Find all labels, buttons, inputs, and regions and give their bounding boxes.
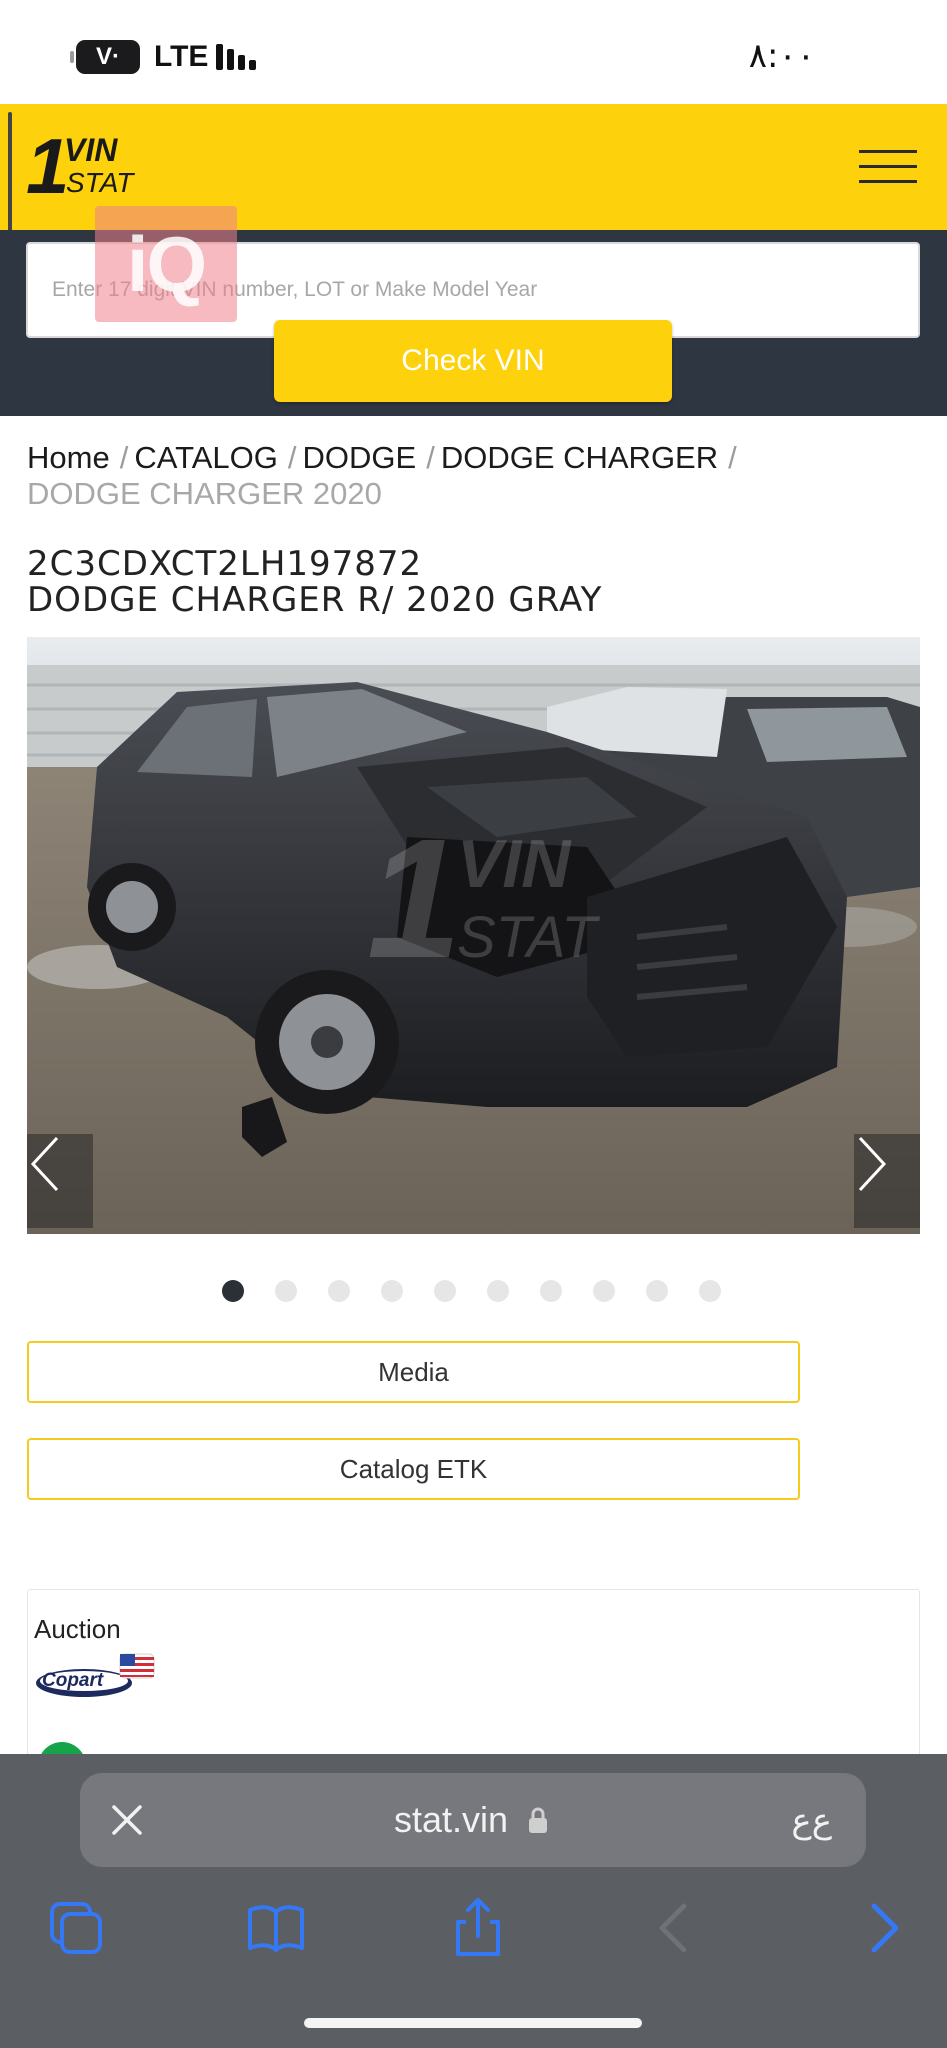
clock: ٨:٠٠ (748, 36, 815, 76)
us-flag-icon (119, 1653, 155, 1679)
share-icon[interactable] (446, 1896, 510, 1960)
gallery-dot[interactable] (699, 1280, 721, 1302)
gallery-dot[interactable] (540, 1280, 562, 1302)
url-text[interactable]: stat.vin (394, 1799, 508, 1841)
catalog-etk-button[interactable]: Catalog ETK (27, 1438, 800, 1500)
lock-icon (529, 1807, 547, 1833)
home-indicator (304, 2018, 642, 2028)
breadcrumb-home[interactable]: Home (27, 440, 110, 475)
breadcrumb-dodge-charger[interactable]: DODGE CHARGER (441, 440, 718, 475)
vehicle-title: DODGE CHARGER R/ 2020 GRAY (27, 580, 603, 620)
gallery-next-button[interactable] (854, 1134, 920, 1228)
status-bar: V· LTE ٨:٠٠ (0, 0, 947, 104)
logo-stat-text: STAT (66, 167, 134, 198)
gallery-dot[interactable] (381, 1280, 403, 1302)
gallery-dot[interactable] (222, 1280, 244, 1302)
back-icon[interactable] (644, 1896, 708, 1960)
signal-bars-icon (216, 44, 256, 70)
chevron-right-icon (858, 1136, 887, 1192)
network-type: LTE (154, 40, 209, 73)
tabs-icon[interactable] (44, 1896, 108, 1960)
close-icon[interactable] (110, 1803, 144, 1837)
gallery-pagination (222, 1280, 742, 1306)
car-photo-illustration: 1 VIN STAT (27, 637, 920, 1234)
forward-icon[interactable] (852, 1896, 916, 1960)
gallery-prev-button[interactable] (27, 1134, 93, 1228)
gallery-dot[interactable] (328, 1280, 350, 1302)
breadcrumb-current: DODGE CHARGER 2020 (27, 476, 382, 511)
auction-label: Auction (34, 1614, 121, 1644)
vin-number: 2C3CDXCT2LH197872 (27, 544, 423, 584)
chevron-left-icon (30, 1136, 59, 1192)
gallery-dot[interactable] (487, 1280, 509, 1302)
svg-text:1: 1 (367, 804, 462, 994)
gallery-dot[interactable] (593, 1280, 615, 1302)
breadcrumb-catalog[interactable]: CATALOG (134, 440, 278, 475)
breadcrumb-dodge[interactable]: DODGE (303, 440, 417, 475)
hamburger-icon[interactable] (859, 150, 917, 184)
breadcrumb: Home / CATALOG / DODGE / DODGE CHARGER / DODGE … (27, 440, 737, 511)
site-logo[interactable]: 1 VIN STAT (26, 126, 136, 206)
page: V· LTE ٨:٠٠ 1 VIN STAT Check VIN iQ Home… (0, 0, 947, 2048)
address-bar[interactable]: stat.vin ع‌ع (80, 1773, 866, 1867)
photo-watermark-stat: STAT (457, 905, 600, 970)
media-button[interactable]: Media (27, 1341, 800, 1403)
copart-wordmark: Copart (42, 1670, 104, 1691)
page-title: 2C3CDXCT2LH197872 DODGE CHARGER R/ 2020 … (27, 546, 602, 618)
iq-watermark: iQ (95, 206, 237, 322)
copart-logo-icon: Copart (36, 1653, 155, 1697)
gallery-dot[interactable] (646, 1280, 668, 1302)
gallery-dot[interactable] (275, 1280, 297, 1302)
logo-number: 1 (26, 122, 70, 210)
logo-vin-text: VIN (64, 132, 118, 168)
text-size-button[interactable]: ع‌ع (791, 1801, 832, 1841)
carrier-badge: V· (70, 40, 140, 74)
photo-watermark-vin: VIN (457, 826, 572, 902)
check-vin-button[interactable]: Check VIN (274, 320, 672, 402)
gallery-dot[interactable] (434, 1280, 456, 1302)
bookmarks-icon[interactable] (244, 1896, 308, 1960)
browser-toolbar: stat.vin ع‌ع (0, 1754, 947, 2048)
vehicle-photo[interactable]: 1 VIN STAT (27, 637, 920, 1234)
